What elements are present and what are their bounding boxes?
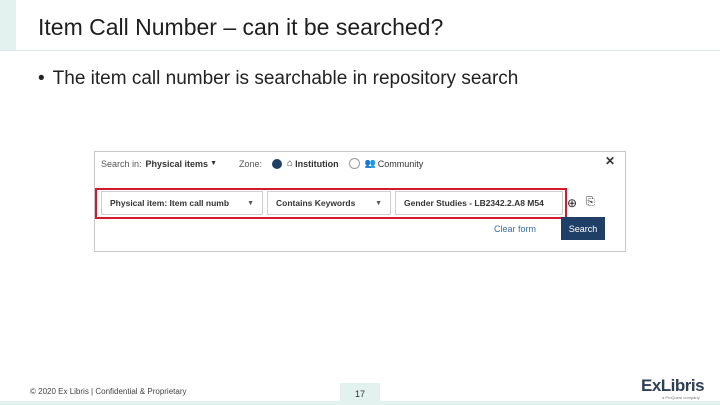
search-button[interactable]: Search (561, 217, 605, 240)
zone-community-radio[interactable] (348, 158, 360, 169)
caret-down-icon[interactable]: ▼ (210, 160, 217, 167)
caret-down-icon: ▼ (247, 199, 254, 207)
add-condition-icon[interactable]: ⊕ (567, 196, 577, 210)
query-input[interactable]: Gender Studies - LB2342.2.A8 M54 (395, 191, 563, 215)
exlibris-logo: ExLibris (641, 376, 705, 395)
zone-label: Zone: (239, 158, 263, 169)
clear-form-link[interactable]: Clear form (494, 224, 536, 234)
field-select-label: Physical item: Item call numb (110, 198, 230, 208)
save-query-icon[interactable]: ⎘ (586, 196, 595, 209)
footer-copyright: © 2020 Ex Libris | Confidential & Propri… (30, 387, 187, 396)
people-icon: 👥 (364, 158, 376, 168)
operator-select[interactable]: Contains Keywords ▼ (267, 191, 391, 215)
field-select[interactable]: Physical item: Item call numb ▼ (101, 191, 263, 215)
title-divider (0, 50, 720, 51)
bullet-dot: • (38, 68, 45, 89)
bullet-text: The item call number is searchable in re… (52, 68, 519, 89)
title-accent-bar (0, 0, 16, 50)
logo-subtext: a ProQuest company (662, 395, 700, 400)
search-scope-row: Search in: Physical items ▼ Zone: ⌂ Inst… (101, 158, 423, 169)
bottom-accent-bar (0, 401, 720, 405)
repository-search-screenshot: Search in: Physical items ▼ Zone: ⌂ Inst… (94, 151, 626, 252)
close-icon[interactable]: ✕ (605, 154, 615, 168)
zone-community-label: Community (377, 158, 424, 169)
search-in-dropdown[interactable]: Physical items (146, 159, 209, 169)
slide-title: Item Call Number – can it be searched? (38, 14, 444, 40)
caret-down-icon: ▼ (375, 199, 382, 207)
search-in-label: Search in: (101, 158, 142, 169)
bullet-point: • The item call number is searchable in r… (38, 68, 518, 90)
zone-institution-label: Institution (295, 158, 339, 169)
operator-select-label: Contains Keywords (276, 198, 356, 208)
home-icon: ⌂ (287, 158, 294, 169)
zone-institution-radio[interactable] (272, 158, 283, 169)
